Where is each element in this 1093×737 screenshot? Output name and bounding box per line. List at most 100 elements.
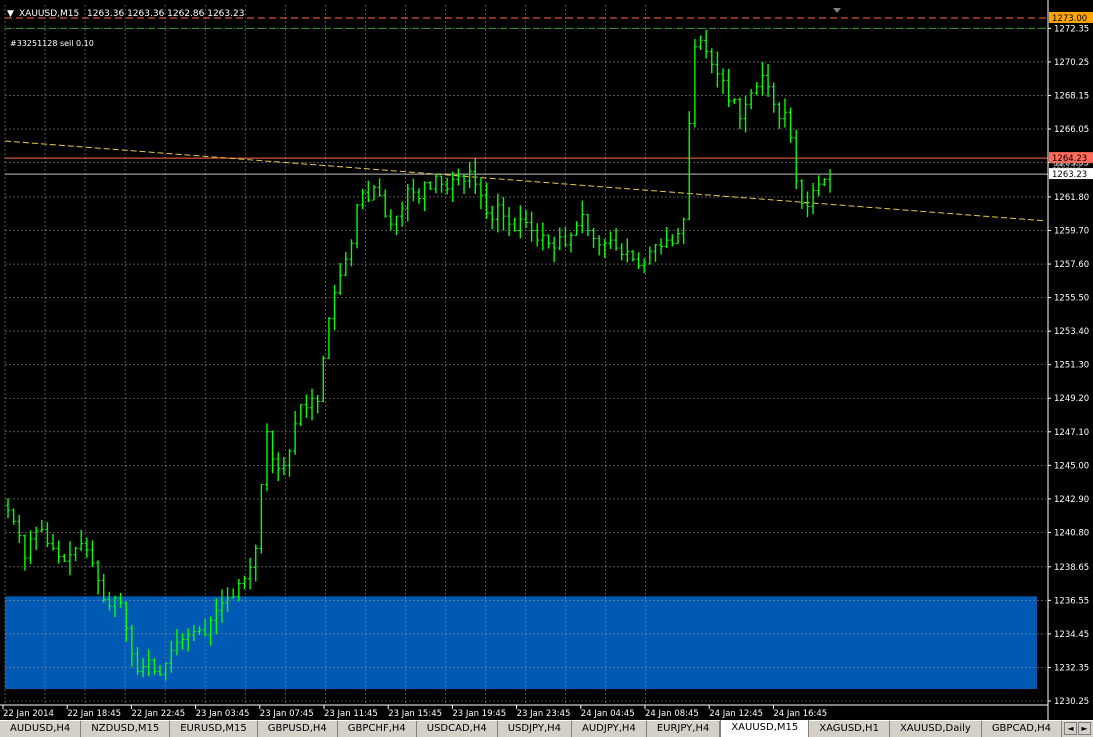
candle [411,178,416,202]
tab-xauusd-daily[interactable]: XAUUSD,Daily [890,721,982,737]
tab-gbpusd-h4[interactable]: GBPUSD,H4 [258,721,338,737]
y-tick-label: 1232.35 [1054,663,1089,673]
candle [636,252,641,270]
candle [574,221,579,236]
x-tick-label: 22 Jan 2014 [3,709,54,719]
x-tick-label: 23 Jan 11:45 [324,709,378,719]
x-tick-label: 22 Jan 18:45 [67,709,121,719]
x-tick-label: 23 Jan 03:45 [196,709,250,719]
y-tick-label: 1242.90 [1054,495,1089,505]
candle [749,89,754,110]
candle [248,557,253,590]
candle [17,514,22,543]
candle [580,200,585,234]
tab-xauusd-m15[interactable]: XAUUSD,M15 [720,720,810,737]
candle [557,227,562,251]
candle [653,243,658,262]
y-tick-label: 1259.70 [1054,226,1089,236]
tab-eurjpy-h4[interactable]: EURJPY,H4 [647,721,721,737]
tab-usdjpy-h4[interactable]: USDJPY,H4 [498,721,573,737]
candle [349,239,354,267]
x-tick-label: 24 Jan 08:45 [645,709,699,719]
ohlc-values: 1263.36 1263.36 1262.86 1263.23 [87,9,245,19]
trend-line [4,140,1047,222]
candle [546,234,551,249]
candle [788,107,793,143]
candle [675,228,680,244]
candle [73,546,78,562]
y-tick-label: 1247.10 [1054,428,1089,438]
price-tag-order: 1273.00 [1052,14,1087,24]
candle [388,209,393,231]
chart-area[interactable]: 1272.35 1270.25 1268.15 1266.05 1263.95 1261.… [0,0,1093,720]
candle [518,205,523,239]
candle [619,243,624,261]
candle [715,51,720,88]
candle [473,158,478,194]
candle [467,161,472,189]
candle [417,188,421,204]
candle [630,250,635,262]
candle [591,227,596,248]
y-tick-label: 1270.25 [1054,58,1089,68]
candle [540,222,545,251]
candle [242,575,247,590]
candle [304,394,309,418]
y-tick-label: 1234.45 [1054,630,1089,640]
chart-tabs: AUDUSD,H4 NZDUSD,M15 EURUSD,M15 GBPUSD,H4 GB… [0,720,1093,737]
tab-gbpchf-h4[interactable]: GBPCHF,H4 [338,721,417,737]
candle [602,238,607,258]
candle [11,508,16,525]
candle [704,29,709,59]
candle [355,203,360,249]
candle [445,177,450,195]
candle [332,285,337,331]
candle [439,175,444,193]
candle [721,68,726,94]
x-tick-label: 23 Jan 23:45 [517,709,571,719]
candle [253,544,258,582]
chevron-right-icon[interactable]: ► [1078,722,1091,735]
tab-xagusd-h1[interactable]: XAGUSD,H1 [809,721,890,737]
chart-dropdown-icon[interactable]: ▼ [7,9,14,20]
candle [799,179,804,209]
candle [96,560,101,595]
price-tag-bid: 1263.23 [1052,170,1087,180]
candle [614,228,619,251]
tab-audusd-h4[interactable]: AUDUSD,H4 [0,721,82,737]
y-tick-label: 1261.80 [1054,193,1089,203]
tab-audjpy-h4[interactable]: AUDJPY,H4 [572,721,647,737]
candle [771,82,776,113]
candle [270,430,275,474]
candle [287,449,292,477]
candle [569,232,574,253]
y-tick-label: 1253.40 [1054,327,1089,337]
tab-gbpcad-h4[interactable]: GBPCAD,H4 [982,721,1063,737]
candle [360,188,365,210]
candle [811,182,816,215]
x-tick-label: 24 Jan 04:45 [581,709,635,719]
candle [754,82,759,96]
candle [692,39,697,128]
price-chart[interactable]: 1272.351270.251268.151266.051263.951261.… [0,0,1093,720]
candle [45,522,50,548]
candle [608,231,613,249]
y-tick-label: 1268.15 [1054,91,1089,101]
shift-marker-icon [833,8,841,13]
candle [428,181,433,190]
candle [462,174,467,194]
candle [670,234,675,247]
y-tick-label: 1238.65 [1054,563,1089,573]
candle [535,223,540,247]
candle [259,484,264,554]
chevron-left-icon[interactable]: ◄ [1064,722,1077,735]
tab-nzdusd-m15[interactable]: NZDUSD,M15 [81,721,171,737]
tab-usdcad-h4[interactable]: USDCAD,H4 [417,721,498,737]
candle [6,498,10,519]
price-tag-stop-under: 1263.79 [1052,162,1081,170]
y-tick-label: 1272.35 [1054,24,1089,34]
candle [743,95,748,133]
tab-eurusd-m15[interactable]: EURUSD,M15 [170,721,258,737]
candle [766,64,771,97]
candle [777,102,782,129]
